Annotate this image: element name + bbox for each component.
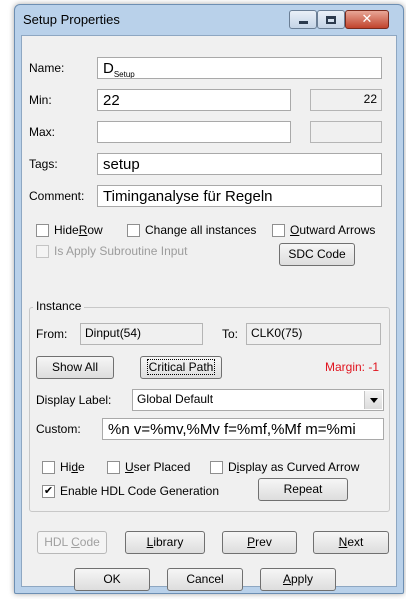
max-label: Max: [29,125,56,139]
hide-checkbox-box[interactable] [42,460,55,474]
change-all-checkbox-box[interactable] [127,223,140,237]
library-button[interactable]: Library [125,531,205,554]
window-title: Setup Properties [23,12,120,27]
apply-sub-checkbox-box[interactable] [36,244,49,258]
curved-pre: D [228,460,237,474]
to-label: To: [222,327,239,341]
library-post: ibrary [153,535,184,549]
show-all-button[interactable]: Show All [36,356,114,379]
hide-key: d [71,460,79,474]
user-post: ser Placed [133,460,191,474]
from-label: From: [36,327,68,341]
hide-row-post: ow [87,223,103,237]
hdl-post: ode [79,535,100,549]
hdl-gen-label: Enable HDL Code Generation [60,484,219,498]
name-subscript-text: Setup [113,70,135,79]
hide-post: e [78,460,85,474]
user-key: U [125,460,134,474]
apply-sub-label: Is Apply Subroutine Input [54,244,188,258]
dropdown-arrow-icon[interactable] [364,391,382,409]
hdl-key: C [71,535,80,549]
minimize-icon [298,21,308,24]
display-label-value: Global Default [137,392,214,406]
custom-field[interactable]: %n v=%mv,%Mv f=%mf,%Mf m=%mi [102,418,384,440]
ok-button[interactable]: OK [74,568,150,591]
min-field[interactable]: 22 [97,89,291,111]
to-value: CLK0(75) [246,323,381,345]
hide-row-checkbox-box[interactable] [36,223,49,237]
title-bar[interactable]: Setup Properties ✕ [15,5,403,35]
instance-group-title: Instance [33,299,85,313]
name-main-text: D [103,60,114,77]
hdl-code-button[interactable]: HDL Code [37,531,107,554]
change-all-label: Change all instances [145,223,257,237]
sdc-code-button[interactable]: SDC Code [279,243,355,266]
curved-post: splay as Curved Arrow [239,460,360,474]
prev-post: rev [255,535,272,549]
max-readout [310,121,382,143]
close-icon: ✕ [361,12,373,27]
user-placed-checkbox[interactable]: User Placed [107,459,190,475]
repeat-button[interactable]: Repeat [258,478,348,501]
prev-key: P [247,535,256,549]
critical-path-button[interactable]: Critical Path [140,356,222,379]
enable-hdl-checkbox-box[interactable]: ✔ [42,484,55,498]
max-field[interactable] [97,121,291,143]
hdl-pre: HDL [44,535,72,549]
display-label-label: Display Label: [36,393,112,407]
outward-arrows-checkbox[interactable]: Outward Arrows [272,222,375,238]
margin-text: Margin: -1 [325,360,380,374]
outward-checkbox-box[interactable] [272,223,285,237]
next-button[interactable]: Next [313,531,389,554]
outward-post: utward Arrows [299,223,376,237]
hide-row-checkbox[interactable]: Hide Row [36,222,103,238]
maximize-button[interactable] [317,10,345,29]
minimize-button[interactable] [289,10,317,29]
user-placed-checkbox-box[interactable] [107,460,120,474]
curved-checkbox-box[interactable] [210,460,223,474]
next-post: ext [347,535,364,549]
name-field[interactable]: DSetup [97,57,382,79]
maximize-icon [326,15,336,24]
apply-key: A [282,572,291,586]
hide-row-key: R [78,223,88,237]
min-label: Min: [29,93,52,107]
comment-label: Comment: [29,189,85,203]
min-readout: 22 [310,89,382,111]
display-label-select[interactable]: Global Default [132,389,384,411]
dialog-client-area: Name: DSetup Min: 22 22 Max: Tags: setup… [21,35,397,591]
change-all-instances-checkbox[interactable]: Change all instances [127,222,256,238]
apply-post: pply [291,572,314,586]
hide-row-pre: Hide [54,223,79,237]
tags-field[interactable]: setup [97,153,382,175]
name-label: Name: [29,61,65,75]
outward-key: O [290,223,300,237]
setup-properties-window: Setup Properties ✕ Name: DSetup Min: 22 … [14,4,404,594]
tags-label: Tags: [29,157,58,171]
from-value: Dinput(54) [80,323,203,345]
comment-field[interactable]: Timinganalyse für Regeln [97,185,382,207]
critical-path-label: Critical Path [146,359,216,375]
enable-hdl-checkbox[interactable]: ✔ Enable HDL Code Generation [42,483,219,499]
apply-button[interactable]: Apply [260,568,336,591]
apply-subroutine-input-checkbox[interactable]: Is Apply Subroutine Input [36,243,187,259]
hide-checkbox[interactable]: Hi d e [42,459,85,475]
curved-arrow-checkbox[interactable]: Di splay as Curved Arrow [210,459,359,475]
cancel-button[interactable]: Cancel [167,568,243,591]
hide-pre: Hi [60,460,72,474]
close-button[interactable]: ✕ [345,10,389,29]
custom-label: Custom: [36,422,81,436]
prev-button[interactable]: Prev [222,531,297,554]
